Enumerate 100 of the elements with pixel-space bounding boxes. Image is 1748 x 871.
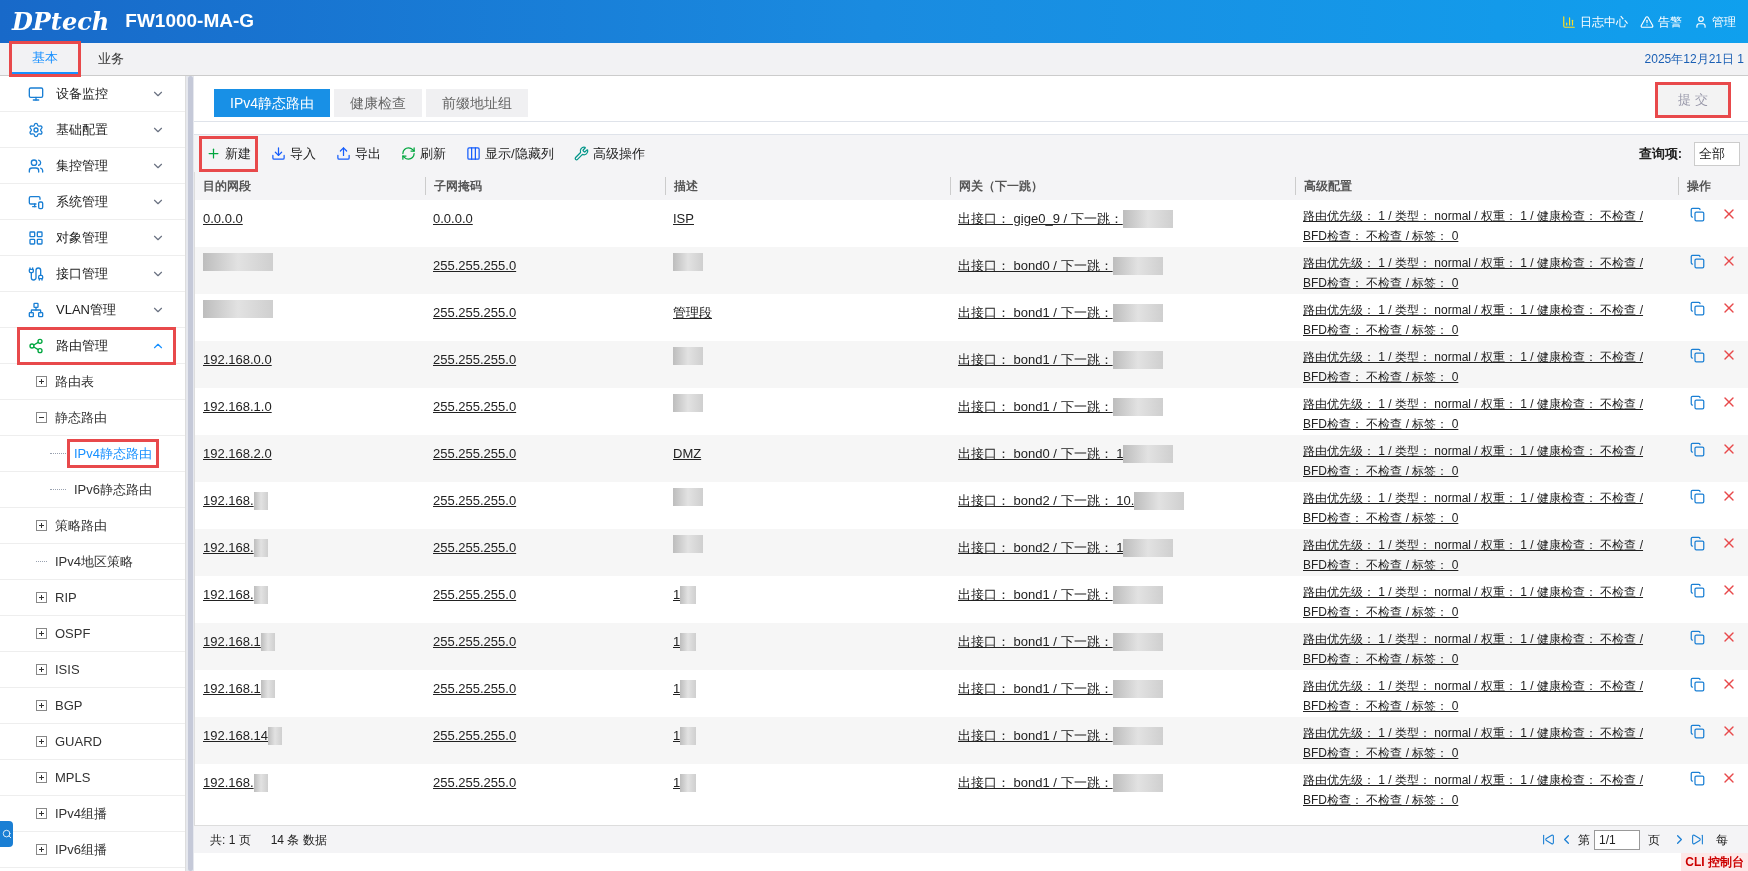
cell-link[interactable]: 路由优先级： 1 / 类型： normal / 权重： 1 / 健康检查： 不检查 / BFD检查： 不检查 / 标签： 0	[1303, 394, 1670, 434]
cell-link[interactable]: 出接口： bond1 / 下一跳：	[958, 350, 1113, 370]
cell-link[interactable]: 255.255.255.0	[433, 540, 517, 555]
tree-item[interactable]: OSPF	[55, 623, 91, 644]
expand-icon[interactable]	[36, 628, 47, 639]
cell-link[interactable]: 路由优先级： 1 / 类型： normal / 权重： 1 / 健康检查： 不检查 / BFD检查： 不检查 / 标签： 0	[1303, 676, 1670, 716]
copy-icon[interactable]	[1690, 206, 1705, 222]
nav-item[interactable]: 集控管理	[20, 149, 173, 182]
cell-link[interactable]: 192.168.1	[203, 632, 261, 652]
cell-link[interactable]: 出接口： bond1 / 下一跳：	[958, 679, 1113, 699]
cell-link[interactable]: 出接口： bond1 / 下一跳：	[958, 397, 1113, 417]
cell-link[interactable]: 192.168.1.0	[203, 397, 272, 417]
cell-link[interactable]: 255.255.255.0	[433, 446, 517, 461]
cell-link[interactable]: 路由优先级： 1 / 类型： normal / 权重： 1 / 健康检查： 不检查 / BFD检查： 不检查 / 标签： 0	[1303, 347, 1670, 387]
cell-link[interactable]: 255.255.255.0	[433, 352, 517, 367]
cell-link[interactable]: 192.168.14	[203, 726, 269, 746]
cell-link[interactable]: 255.255.255.0	[433, 728, 517, 743]
cell-link[interactable]: 出接口： bond1 / 下一跳：	[958, 585, 1113, 605]
tree-item[interactable]: IPv6组播	[55, 839, 107, 860]
copy-icon[interactable]	[1690, 300, 1705, 316]
nav-item[interactable]: 设备监控	[20, 77, 173, 110]
nav-item[interactable]: 对象管理	[20, 221, 173, 254]
copy-icon[interactable]	[1690, 394, 1705, 410]
cell-link[interactable]: 出接口： bond2 / 下一跳： 1	[958, 538, 1124, 558]
cell-link[interactable]: 管理段	[673, 303, 712, 323]
cell-link[interactable]: 出接口： bond1 / 下一跳：	[958, 726, 1113, 746]
expand-icon[interactable]	[36, 844, 47, 855]
nav-item[interactable]: 接口管理	[20, 257, 173, 290]
cell-link[interactable]: 出接口： bond0 / 下一跳： 1	[958, 444, 1124, 464]
nav-item[interactable]: 路由管理	[20, 329, 173, 362]
cell-link[interactable]: 路由优先级： 1 / 类型： normal / 权重： 1 / 健康检查： 不检查 / BFD检查： 不检查 / 标签： 0	[1303, 723, 1670, 763]
cell-link[interactable]: 出接口： gige0_9 / 下一跳：	[958, 209, 1123, 229]
cell-link[interactable]: 1	[673, 726, 681, 746]
tree-item[interactable]: IPv6静态路由	[70, 477, 156, 502]
cell-link[interactable]: 255.255.255.0	[433, 399, 517, 414]
cell-link[interactable]: 0.0.0.0	[203, 209, 243, 229]
cell-link[interactable]: 1	[673, 773, 681, 793]
cell-link[interactable]: 255.255.255.0	[433, 493, 517, 508]
query-select[interactable]: 全部	[1694, 141, 1740, 166]
page-select[interactable]: 1/1	[1594, 829, 1640, 850]
cell-link[interactable]: 出接口： bond0 / 下一跳：	[958, 256, 1113, 276]
cell-link[interactable]: 192.168.1	[203, 679, 261, 699]
expand-icon[interactable]	[36, 520, 47, 531]
copy-icon[interactable]	[1690, 770, 1705, 786]
nav-item[interactable]: VLAN管理	[20, 293, 173, 326]
copy-icon[interactable]	[1690, 253, 1705, 269]
expand-icon[interactable]	[36, 808, 47, 819]
cell-link[interactable]: 路由优先级： 1 / 类型： normal / 权重： 1 / 健康检查： 不检查 / BFD检查： 不检查 / 标签： 0	[1303, 629, 1670, 669]
tree-item[interactable]: MPLS	[55, 767, 91, 788]
tree-item[interactable]: 静态路由	[55, 407, 107, 428]
cell-link[interactable]: 255.255.255.0	[433, 587, 517, 602]
top-tab[interactable]: 业务	[78, 44, 144, 74]
tree-item[interactable]: BGP	[55, 695, 83, 716]
cell-link[interactable]: DMZ	[673, 444, 702, 464]
cell-link[interactable]: 1	[673, 632, 681, 652]
toolbar-button[interactable]: 高级操作	[569, 138, 649, 169]
last-page-icon[interactable]	[1691, 833, 1704, 846]
copy-icon[interactable]	[1690, 629, 1705, 645]
first-page-icon[interactable]	[1542, 833, 1555, 846]
cell-link[interactable]: 出接口： bond1 / 下一跳：	[958, 303, 1113, 323]
cell-link[interactable]: 路由优先级： 1 / 类型： normal / 权重： 1 / 健康检查： 不检查 / BFD检查： 不检查 / 标签： 0	[1303, 582, 1670, 622]
copy-icon[interactable]	[1690, 347, 1705, 363]
cell-link[interactable]: 192.168.	[203, 538, 254, 558]
tree-item[interactable]: IPv4地区策略	[55, 551, 133, 572]
collapse-icon[interactable]	[36, 412, 47, 423]
expand-icon[interactable]	[36, 376, 47, 387]
cell-link[interactable]: 1	[673, 679, 681, 699]
content-tab[interactable]: 前缀地址组	[426, 89, 528, 117]
cell-link[interactable]: 路由优先级： 1 / 类型： normal / 权重： 1 / 健康检查： 不检查 / BFD检查： 不检查 / 标签： 0	[1303, 206, 1670, 246]
cell-link[interactable]: ISP	[673, 209, 694, 229]
expand-icon[interactable]	[36, 736, 47, 747]
cli-badge[interactable]: CLI 控制台	[1681, 853, 1748, 871]
cell-link[interactable]: 192.168.0.0	[203, 350, 272, 370]
copy-icon[interactable]	[1690, 582, 1705, 598]
cell-link[interactable]: 192.168.	[203, 773, 254, 793]
copy-icon[interactable]	[1690, 676, 1705, 692]
copy-icon[interactable]	[1690, 723, 1705, 739]
cell-link[interactable]: 路由优先级： 1 / 类型： normal / 权重： 1 / 健康检查： 不检查 / BFD检查： 不检查 / 标签： 0	[1303, 535, 1670, 575]
tree-item[interactable]: ISIS	[55, 659, 80, 680]
copy-icon[interactable]	[1690, 488, 1705, 504]
scrollbar-thumb[interactable]	[187, 76, 193, 871]
cell-link[interactable]: 路由优先级： 1 / 类型： normal / 权重： 1 / 健康检查： 不检查 / BFD检查： 不检查 / 标签： 0	[1303, 770, 1670, 810]
cell-link[interactable]: 192.168.2.0	[203, 444, 272, 464]
cell-link[interactable]: 出接口： bond2 / 下一跳： 10.	[958, 491, 1135, 511]
toolbar-button[interactable]: 导出	[332, 138, 385, 169]
cell-link[interactable]: 路由优先级： 1 / 类型： normal / 权重： 1 / 健康检查： 不检查 / BFD检查： 不检查 / 标签： 0	[1303, 441, 1670, 481]
tree-item[interactable]: 策略路由	[55, 515, 107, 536]
cell-link[interactable]: 255.255.255.0	[433, 258, 517, 273]
cell-link[interactable]: 0.0.0.0	[433, 211, 473, 226]
tree-item[interactable]: IPv4组播	[55, 803, 107, 824]
copy-icon[interactable]	[1690, 441, 1705, 457]
cell-link[interactable]: 255.255.255.0	[433, 634, 517, 649]
expand-icon[interactable]	[36, 592, 47, 603]
cell-link[interactable]: 路由优先级： 1 / 类型： normal / 权重： 1 / 健康检查： 不检查 / BFD检查： 不检查 / 标签： 0	[1303, 253, 1670, 293]
nav-item[interactable]: 系统管理	[20, 185, 173, 218]
cell-link[interactable]: 192.168.	[203, 491, 254, 511]
tree-item[interactable]: 路由表	[55, 371, 94, 392]
expand-icon[interactable]	[36, 772, 47, 783]
cell-link[interactable]: 255.255.255.0	[433, 775, 517, 790]
toolbar-button[interactable]: 刷新	[397, 138, 450, 169]
